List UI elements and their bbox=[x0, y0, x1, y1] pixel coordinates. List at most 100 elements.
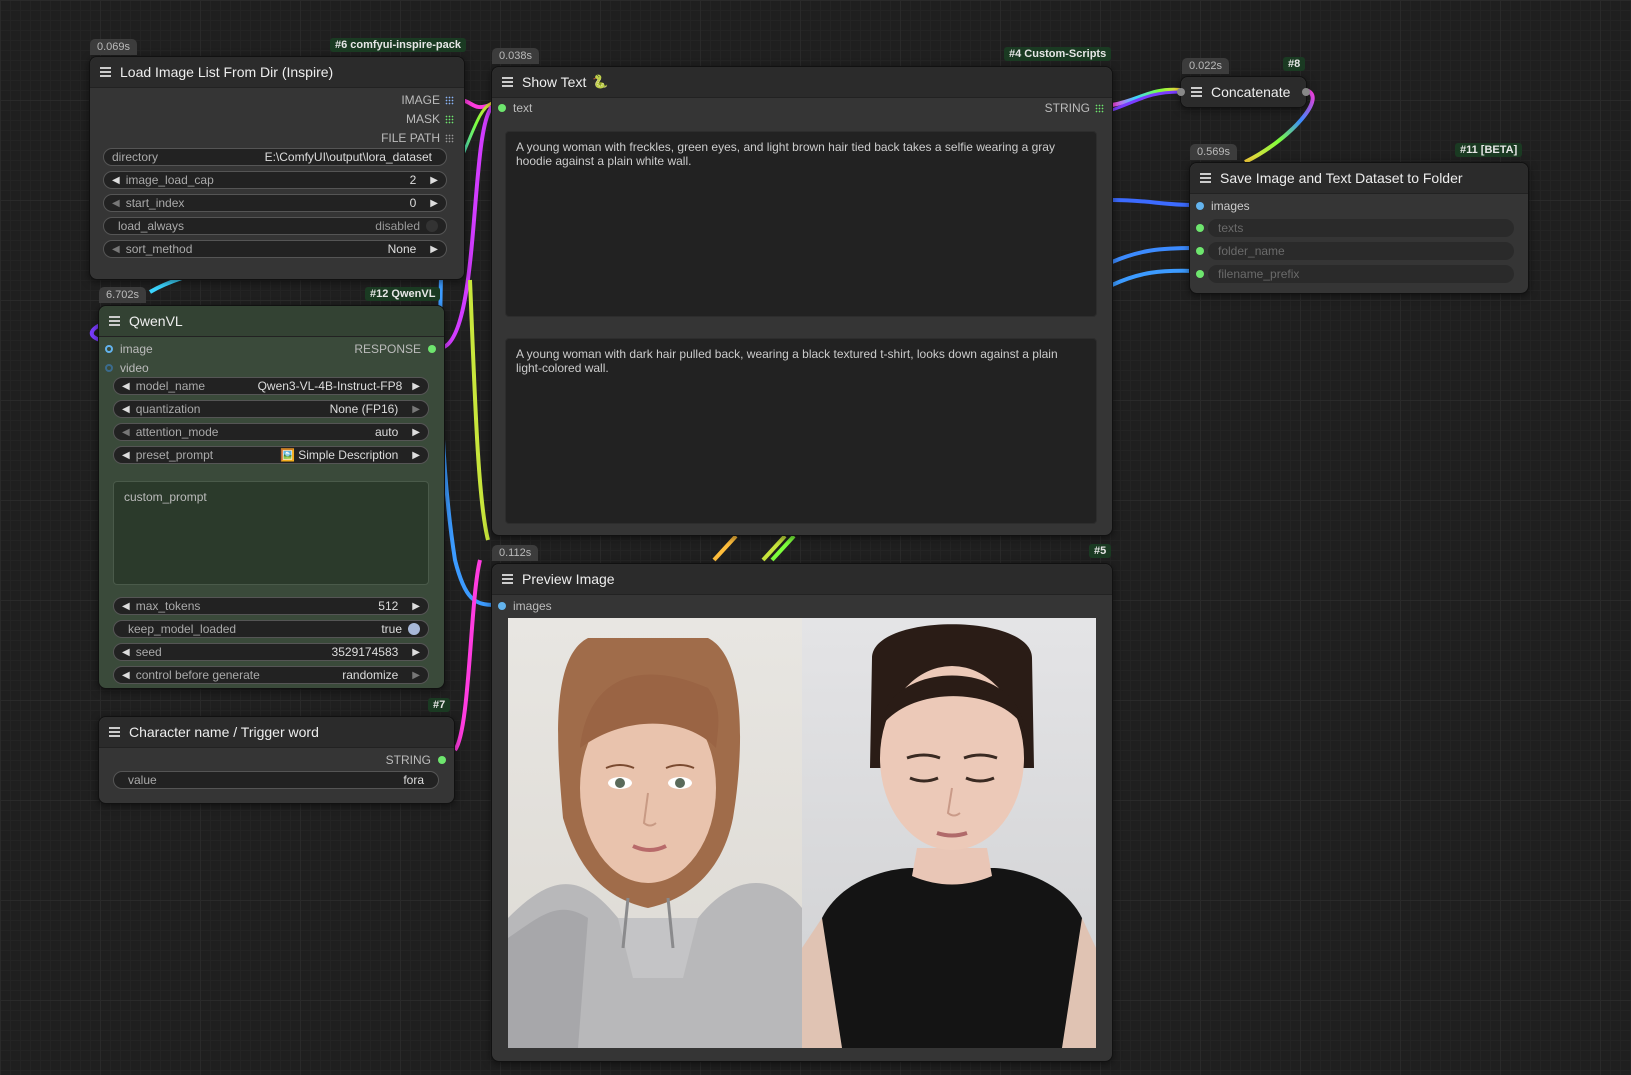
preview-image-1[interactable] bbox=[508, 618, 802, 1048]
max-tokens-widget[interactable]: ◀ max_tokens 512 ▶ bbox=[113, 597, 429, 615]
increment-arrow-icon[interactable]: ▶ bbox=[412, 647, 420, 658]
load-image-header[interactable]: Load Image List From Dir (Inspire) bbox=[90, 57, 464, 88]
preview-header[interactable]: Preview Image bbox=[492, 564, 1112, 595]
text-output-2[interactable]: A young woman with dark hair pulled back… bbox=[505, 338, 1097, 524]
input-dot-icon[interactable] bbox=[1196, 247, 1204, 255]
start-index-widget[interactable]: ◀ start_index 0 ▶ bbox=[103, 194, 447, 212]
concatenate-node[interactable]: Concatenate bbox=[1177, 76, 1310, 108]
menu-icon[interactable] bbox=[109, 727, 120, 737]
widget-label: model_name bbox=[135, 379, 206, 393]
selfie-photo-illustration bbox=[508, 638, 802, 1048]
widget-value: Qwen3-VL-4B-Instruct-FP8 bbox=[257, 379, 403, 393]
save-title: Save Image and Text Dataset to Folder bbox=[1220, 170, 1463, 186]
value-widget[interactable]: value fora bbox=[113, 771, 439, 789]
folder-name-input[interactable]: folder_name bbox=[1208, 242, 1514, 260]
load-always-widget[interactable]: load_always disabled bbox=[103, 217, 447, 235]
increment-arrow-icon[interactable]: ▶ bbox=[412, 601, 420, 612]
show-text-node[interactable]: Show Text 🐍 text STRING A young woman wi… bbox=[491, 66, 1113, 536]
show-text-title: Show Text bbox=[522, 74, 587, 90]
control-widget[interactable]: ◀ control before generate randomize ▶ bbox=[113, 666, 429, 684]
output-mask-slot[interactable]: MASK bbox=[406, 112, 454, 126]
menu-icon[interactable] bbox=[502, 574, 513, 584]
attention-mode-widget[interactable]: ◀ attention_mode auto ▶ bbox=[113, 423, 429, 441]
input-dot-icon[interactable] bbox=[1196, 270, 1204, 278]
menu-icon[interactable] bbox=[100, 67, 111, 77]
model-name-widget[interactable]: ◀ model_name Qwen3-VL-4B-Instruct-FP8 ▶ bbox=[113, 377, 429, 395]
qwenvl-node[interactable]: QwenVL image video RESPONSE ◀ model_name… bbox=[98, 305, 445, 689]
menu-icon[interactable] bbox=[502, 77, 513, 87]
toggle-icon[interactable] bbox=[408, 623, 420, 635]
preview-badge: #5 bbox=[1089, 544, 1112, 558]
input-dot-icon[interactable] bbox=[1196, 224, 1204, 232]
input-dot-icon bbox=[498, 602, 506, 610]
increment-arrow-icon[interactable]: ▶ bbox=[412, 404, 420, 415]
decrement-arrow-icon[interactable]: ◀ bbox=[112, 198, 120, 209]
output-image-slot[interactable]: IMAGE bbox=[401, 93, 454, 107]
load-image-node[interactable]: Load Image List From Dir (Inspire) IMAGE… bbox=[89, 56, 465, 280]
input-image-slot[interactable]: image bbox=[105, 342, 153, 356]
input-images-slot[interactable]: images bbox=[498, 599, 552, 613]
qwen-header[interactable]: QwenVL bbox=[99, 306, 444, 337]
increment-arrow-icon[interactable]: ▶ bbox=[430, 244, 438, 255]
output-string-slot[interactable]: STRING bbox=[1045, 101, 1104, 115]
increment-arrow-icon[interactable]: ▶ bbox=[430, 175, 438, 186]
output-response-label: RESPONSE bbox=[354, 342, 421, 356]
input-images-label: images bbox=[1211, 199, 1250, 213]
show-text-header[interactable]: Show Text 🐍 bbox=[492, 67, 1112, 98]
filename-prefix-input[interactable]: filename_prefix bbox=[1208, 265, 1514, 283]
increment-arrow-icon[interactable]: ▶ bbox=[412, 381, 420, 392]
custom-prompt-input[interactable]: custom_prompt bbox=[113, 481, 429, 585]
output-dot-icon[interactable] bbox=[1302, 88, 1310, 96]
increment-arrow-icon[interactable]: ▶ bbox=[412, 450, 420, 461]
python-snake-icon: 🐍 bbox=[592, 74, 609, 89]
sort-method-widget[interactable]: ◀ sort_method None ▶ bbox=[103, 240, 447, 258]
menu-icon[interactable] bbox=[1200, 173, 1211, 183]
input-video-label: video bbox=[120, 361, 149, 375]
widget-label: seed bbox=[135, 645, 162, 659]
concatenate-header[interactable]: Concatenate bbox=[1177, 77, 1310, 107]
qwen-title: QwenVL bbox=[129, 313, 183, 329]
texts-input[interactable]: texts bbox=[1208, 219, 1514, 237]
input-dot-icon[interactable] bbox=[1177, 88, 1185, 96]
character-node[interactable]: Character name / Trigger word STRING val… bbox=[98, 716, 455, 804]
output-response-slot[interactable]: RESPONSE bbox=[354, 342, 436, 356]
seed-widget[interactable]: ◀ seed 3529174583 ▶ bbox=[113, 643, 429, 661]
increment-arrow-icon[interactable]: ▶ bbox=[412, 670, 420, 681]
input-images-slot[interactable]: images bbox=[1196, 199, 1250, 213]
increment-arrow-icon[interactable]: ▶ bbox=[412, 427, 420, 438]
decrement-arrow-icon[interactable]: ◀ bbox=[122, 404, 130, 415]
input-text-slot[interactable]: text bbox=[498, 101, 532, 115]
save-dataset-node[interactable]: Save Image and Text Dataset to Folder im… bbox=[1189, 162, 1529, 294]
text-output-1[interactable]: A young woman with freckles, green eyes,… bbox=[505, 131, 1097, 317]
menu-icon[interactable] bbox=[109, 316, 120, 326]
keep-model-loaded-widget[interactable]: keep_model_loaded true bbox=[113, 620, 429, 638]
preview-node[interactable]: Preview Image images bbox=[491, 563, 1113, 1062]
directory-widget[interactable]: directory E:\ComfyUI\output\lora_dataset bbox=[103, 148, 447, 166]
menu-icon[interactable] bbox=[1191, 87, 1202, 97]
preview-timing: 0.112s bbox=[492, 545, 539, 561]
increment-arrow-icon[interactable]: ▶ bbox=[430, 198, 438, 209]
wire-string-to-preview-area bbox=[453, 559, 482, 752]
decrement-arrow-icon[interactable]: ◀ bbox=[122, 647, 130, 658]
decrement-arrow-icon[interactable]: ◀ bbox=[122, 601, 130, 612]
preset-prompt-widget[interactable]: ◀ preset_prompt 🖼️ Simple Description ▶ bbox=[113, 446, 429, 464]
decrement-arrow-icon[interactable]: ◀ bbox=[112, 244, 120, 255]
image-load-cap-widget[interactable]: ◀ image_load_cap 2 ▶ bbox=[103, 171, 447, 189]
widget-label: sort_method bbox=[125, 242, 193, 256]
widget-value: true bbox=[381, 622, 402, 636]
toggle-icon[interactable] bbox=[426, 220, 438, 232]
save-badge: #11 [BETA] bbox=[1455, 143, 1523, 157]
decrement-arrow-icon[interactable]: ◀ bbox=[122, 427, 130, 438]
preview-image-2[interactable] bbox=[802, 618, 1096, 1048]
decrement-arrow-icon[interactable]: ◀ bbox=[122, 450, 130, 461]
character-header[interactable]: Character name / Trigger word bbox=[99, 717, 454, 748]
decrement-arrow-icon[interactable]: ◀ bbox=[112, 175, 120, 186]
input-video-slot[interactable]: video bbox=[105, 361, 149, 375]
decrement-arrow-icon[interactable]: ◀ bbox=[122, 670, 130, 681]
output-filepath-slot[interactable]: FILE PATH bbox=[381, 131, 454, 145]
decrement-arrow-icon[interactable]: ◀ bbox=[122, 381, 130, 392]
widget-value: None bbox=[387, 242, 417, 256]
quantization-widget[interactable]: ◀ quantization None (FP16) ▶ bbox=[113, 400, 429, 418]
save-header[interactable]: Save Image and Text Dataset to Folder bbox=[1190, 163, 1528, 194]
output-string-slot[interactable]: STRING bbox=[386, 753, 446, 767]
